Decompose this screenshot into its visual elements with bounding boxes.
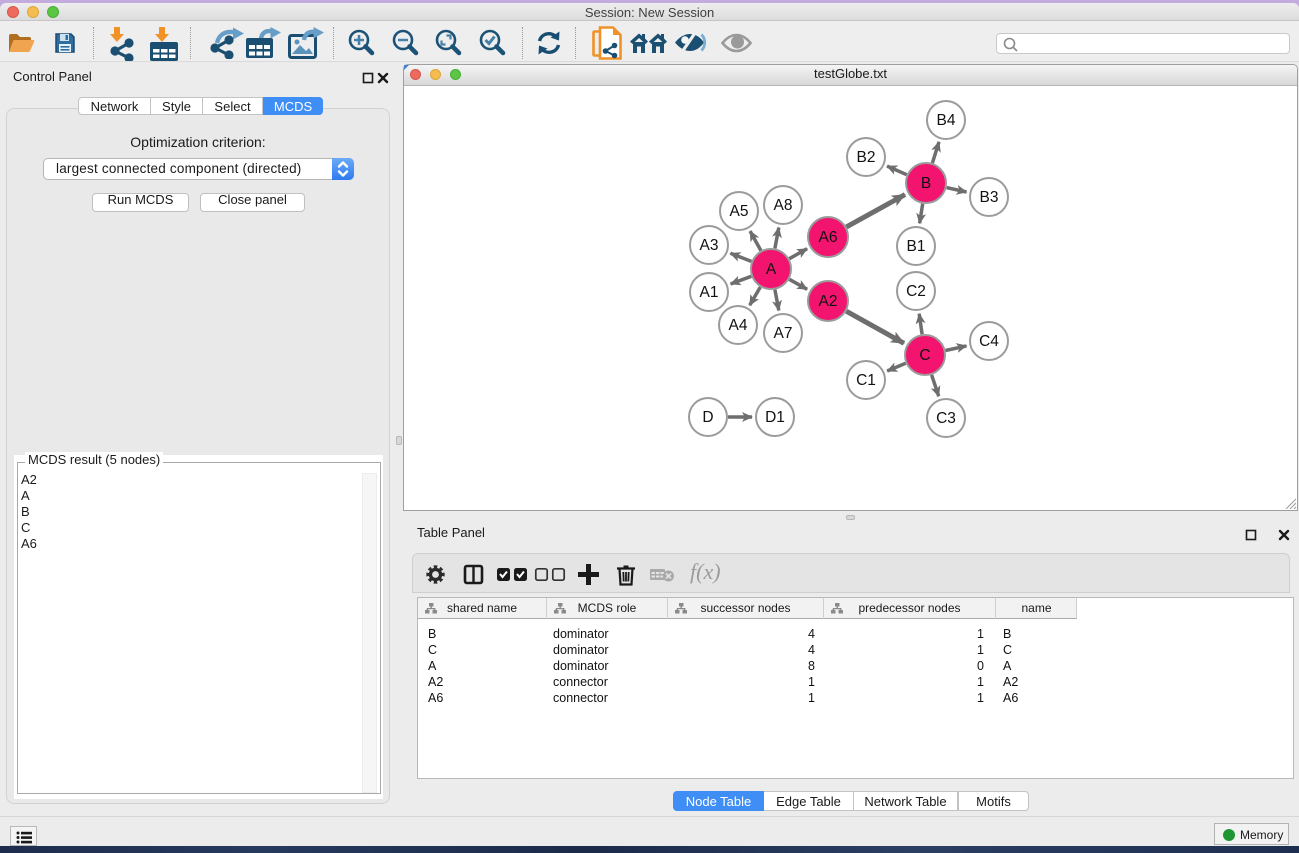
svg-text:D1: D1 (765, 409, 785, 426)
svg-text:C4: C4 (979, 333, 999, 350)
svg-text:A: A (766, 261, 777, 278)
svg-text:A1: A1 (700, 284, 719, 301)
svg-text:B4: B4 (937, 112, 956, 129)
svg-text:C3: C3 (936, 410, 956, 427)
svg-text:A5: A5 (730, 203, 749, 220)
svg-text:A3: A3 (700, 237, 719, 254)
svg-text:B2: B2 (857, 149, 876, 166)
svg-text:C: C (919, 347, 930, 364)
svg-text:B3: B3 (980, 189, 999, 206)
svg-text:C1: C1 (856, 372, 876, 389)
svg-text:A2: A2 (819, 293, 838, 310)
svg-text:A8: A8 (774, 197, 793, 214)
svg-text:A6: A6 (819, 229, 838, 246)
svg-text:C2: C2 (906, 283, 926, 300)
svg-text:D: D (702, 409, 713, 426)
svg-text:A7: A7 (774, 325, 793, 342)
svg-text:B1: B1 (907, 238, 926, 255)
svg-text:A4: A4 (729, 317, 748, 334)
svg-text:B: B (921, 175, 931, 192)
